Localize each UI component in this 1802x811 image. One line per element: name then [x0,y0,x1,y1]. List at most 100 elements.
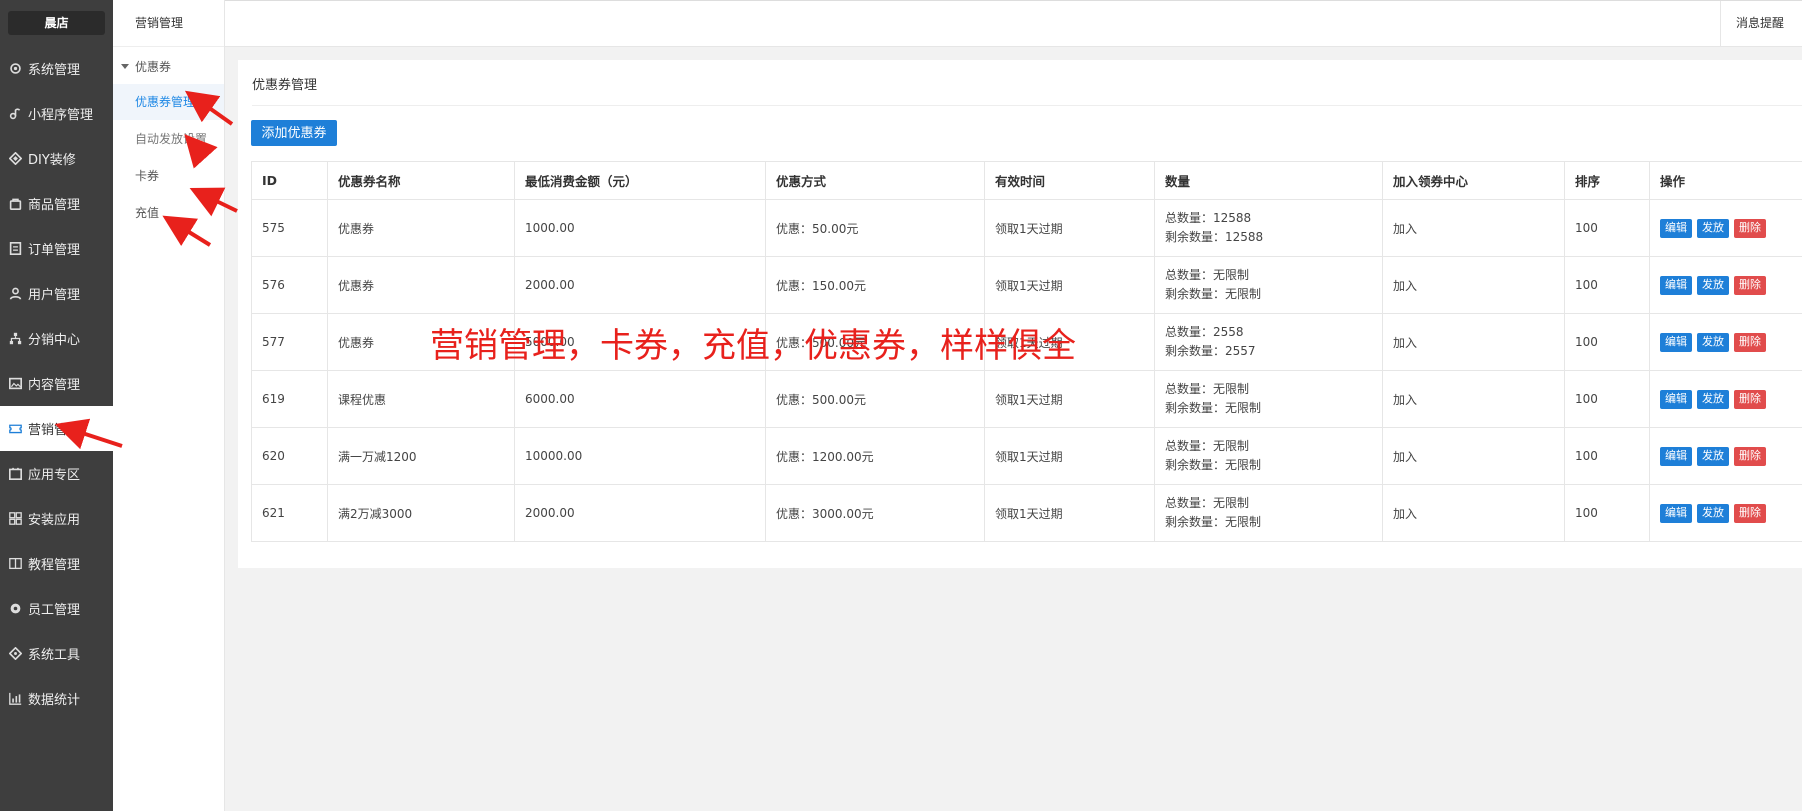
issue-button[interactable]: 发放 [1697,503,1729,523]
subbar-item-coupon-management[interactable]: 优惠券管理 [113,84,224,120]
sidebar-item-diy[interactable]: DIY装修 [0,136,113,181]
table-row: 620 满一万减1200 10000.00 优惠：1200.00元 领取1天过期… [251,427,1802,485]
app-icon [9,467,22,480]
sidebar-item-miniprogram[interactable]: 小程序管理 [0,91,113,136]
cell-valid-time: 领取1天过期 [984,256,1155,314]
total-quantity: 总数量：12588 [1165,211,1252,225]
issue-button[interactable]: 发放 [1697,332,1729,352]
sidebar-item-tutorials[interactable]: 教程管理 [0,541,113,586]
delete-button[interactable]: 删除 [1734,503,1766,523]
cell-coupon-center: 加入 [1382,484,1565,542]
link-icon [9,107,22,120]
issue-button[interactable]: 发放 [1697,218,1729,238]
remaining-quantity: 剩余数量：无限制 [1165,515,1262,529]
cell-name: 满2万减3000 [327,484,515,542]
cell-actions: 编辑 发放 删除 [1649,256,1802,314]
cog-icon [9,602,22,615]
cell-discount: 优惠：50.00元 [765,199,985,257]
cell-sort: 100 [1564,427,1650,485]
diamond-icon [9,152,22,165]
delete-button[interactable]: 删除 [1734,446,1766,466]
sidebar-item-label: 商品管理 [28,198,81,213]
subbar-item-cards[interactable]: 卡券 [113,158,224,194]
cell-name: 课程优惠 [327,370,515,428]
cell-id: 577 [251,313,328,371]
remaining-quantity: 剩余数量：无限制 [1165,401,1262,415]
issue-button[interactable]: 发放 [1697,275,1729,295]
sidebar-item-label: 订单管理 [28,243,81,258]
subbar-item-auto-issue[interactable]: 自动发放设置 [113,121,224,157]
cell-quantity: 总数量：无限制 剩余数量：无限制 [1154,427,1383,485]
cell-quantity: 总数量：无限制 剩余数量：无限制 [1154,256,1383,314]
subbar-item-recharge[interactable]: 充值 [113,195,224,231]
sidebar-item-label: 用户管理 [28,288,81,303]
table-row: 576 优惠券 2000.00 优惠：150.00元 领取1天过期 总数量：无限… [251,256,1802,314]
delete-button[interactable]: 删除 [1734,332,1766,352]
sidebar-item-users[interactable]: 用户管理 [0,271,113,316]
sidebar-item-label: 分销中心 [28,333,81,348]
brand-logo[interactable]: 晨店 [8,11,105,35]
table-row: 621 满2万减3000 2000.00 优惠：3000.00元 领取1天过期 … [251,484,1802,542]
cell-sort: 100 [1564,484,1650,542]
ticket-icon [9,422,22,435]
col-header-discount: 优惠方式 [765,161,985,200]
cell-discount: 优惠：150.00元 [765,256,985,314]
total-quantity: 总数量：无限制 [1165,496,1250,510]
sidebar-item-label: 数据统计 [28,693,81,708]
sidebar-item-label: 小程序管理 [28,108,94,123]
col-header-coupon-center: 加入领券中心 [1382,161,1565,200]
cell-actions: 编辑 发放 删除 [1649,427,1802,485]
delete-button[interactable]: 删除 [1734,389,1766,409]
user-icon [9,287,22,300]
add-coupon-button[interactable]: 添加优惠券 [251,120,337,146]
cell-discount: 优惠：500.00元 [765,370,985,428]
bag-icon [9,197,22,210]
cell-actions: 编辑 发放 删除 [1649,313,1802,371]
edit-button[interactable]: 编辑 [1660,332,1692,352]
sidebar-item-goods[interactable]: 商品管理 [0,181,113,226]
edit-button[interactable]: 编辑 [1660,218,1692,238]
cell-sort: 100 [1564,313,1650,371]
sidebar-item-label: 员工管理 [28,603,81,618]
annotation-caption: 营销管理，卡券，充值，优惠券，样样俱全 [430,326,1076,366]
delete-button[interactable]: 删除 [1734,218,1766,238]
message-alert-link[interactable]: 消息提醒 [1720,1,1802,47]
cell-valid-time: 领取1天过期 [984,199,1155,257]
total-quantity: 总数量：无限制 [1165,382,1250,396]
sidebar-item-apps[interactable]: 应用专区 [0,451,113,496]
cell-min-spend: 2000.00 [514,484,766,542]
book-icon [9,557,22,570]
sidebar-item-orders[interactable]: 订单管理 [0,226,113,271]
cell-valid-time: 领取1天过期 [984,484,1155,542]
table-row: 575 优惠券 1000.00 优惠：50.00元 领取1天过期 总数量：125… [251,199,1802,257]
main-sidebar: 晨店 系统管理 小程序管理 DIY装修 商品管理 订单管理 用户管理 分销中心 … [0,0,113,811]
edit-button[interactable]: 编辑 [1660,389,1692,409]
issue-button[interactable]: 发放 [1697,389,1729,409]
sidebar-item-system[interactable]: 系统管理 [0,46,113,91]
issue-button[interactable]: 发放 [1697,446,1729,466]
edit-button[interactable]: 编辑 [1660,446,1692,466]
cell-sort: 100 [1564,199,1650,257]
picture-icon [9,377,22,390]
remaining-quantity: 剩余数量：2557 [1165,344,1256,358]
sidebar-item-install[interactable]: 安装应用 [0,496,113,541]
sidebar-item-staff[interactable]: 员工管理 [0,586,113,631]
sidebar-item-tools[interactable]: 系统工具 [0,631,113,676]
cell-coupon-center: 加入 [1382,427,1565,485]
sidebar-item-content[interactable]: 内容管理 [0,361,113,406]
cell-name: 优惠券 [327,256,515,314]
sidebar-item-statistics[interactable]: 数据统计 [0,676,113,721]
cell-id: 576 [251,256,328,314]
cell-quantity: 总数量：2558 剩余数量：2557 [1154,313,1383,371]
cell-discount: 优惠：3000.00元 [765,484,985,542]
subbar-title: 营销管理 [113,0,224,47]
cell-coupon-center: 加入 [1382,199,1565,257]
subbar-group-coupons[interactable]: 优惠券 [121,58,171,75]
cell-min-spend: 10000.00 [514,427,766,485]
sidebar-item-distribution[interactable]: 分销中心 [0,316,113,361]
col-header-actions: 操作 [1649,161,1802,200]
sidebar-item-marketing[interactable]: 营销管理 [0,406,113,451]
edit-button[interactable]: 编辑 [1660,503,1692,523]
edit-button[interactable]: 编辑 [1660,275,1692,295]
delete-button[interactable]: 删除 [1734,275,1766,295]
